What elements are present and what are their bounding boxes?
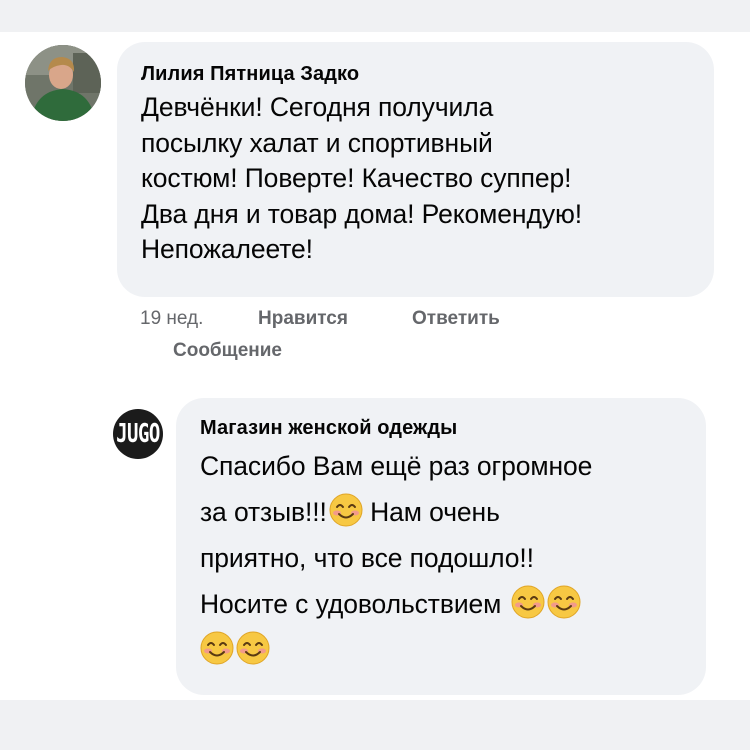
message-button[interactable]: Сообщение — [173, 340, 282, 362]
reply-author[interactable]: Магазин женской одежды — [200, 416, 686, 440]
bottom-band — [0, 700, 750, 750]
user-avatar[interactable] — [25, 45, 101, 121]
comment-bubble: Лилия Пятница Задко Девчёнки! Сегодня по… — [117, 42, 714, 297]
reply-line-2a: за отзыв!!! — [200, 497, 327, 527]
logo-text: JUGO — [116, 419, 160, 449]
reply-line-4: Носите с удовольствием — [200, 581, 686, 627]
top-band — [0, 0, 750, 32]
comment-time[interactable]: 19 нед. — [140, 308, 203, 330]
smiling-face-icon — [236, 631, 270, 665]
reply-text: Спасибо Вам ещё раз огромное за отзыв!!!… — [200, 443, 686, 673]
comment-text: Девчёнки! Сегодня получила посылку халат… — [141, 92, 583, 264]
reply-line-3: приятно, что все подошло!! — [200, 543, 534, 573]
reply-bubble: Магазин женской одежды Спасибо Вам ещё р… — [176, 398, 706, 695]
store-logo-avatar[interactable]: JUGO — [113, 409, 163, 459]
smiling-face-icon — [547, 585, 581, 619]
reply-button[interactable]: Ответить — [412, 308, 500, 330]
reply-line-4-text: Носите с удовольствием — [200, 589, 509, 619]
reply-line-2: за отзыв!!! Нам очень — [200, 489, 686, 535]
comment-author[interactable]: Лилия Пятница Задко — [141, 62, 692, 86]
reply-line-5 — [200, 627, 686, 673]
smiling-face-icon — [329, 493, 363, 527]
like-button[interactable]: Нравится — [258, 308, 348, 330]
reply-line-1: Спасибо Вам ещё раз огромное — [200, 451, 593, 481]
reply-line-2b: Нам очень — [362, 497, 500, 527]
smiling-face-icon — [511, 585, 545, 619]
smiling-face-icon — [200, 631, 234, 665]
